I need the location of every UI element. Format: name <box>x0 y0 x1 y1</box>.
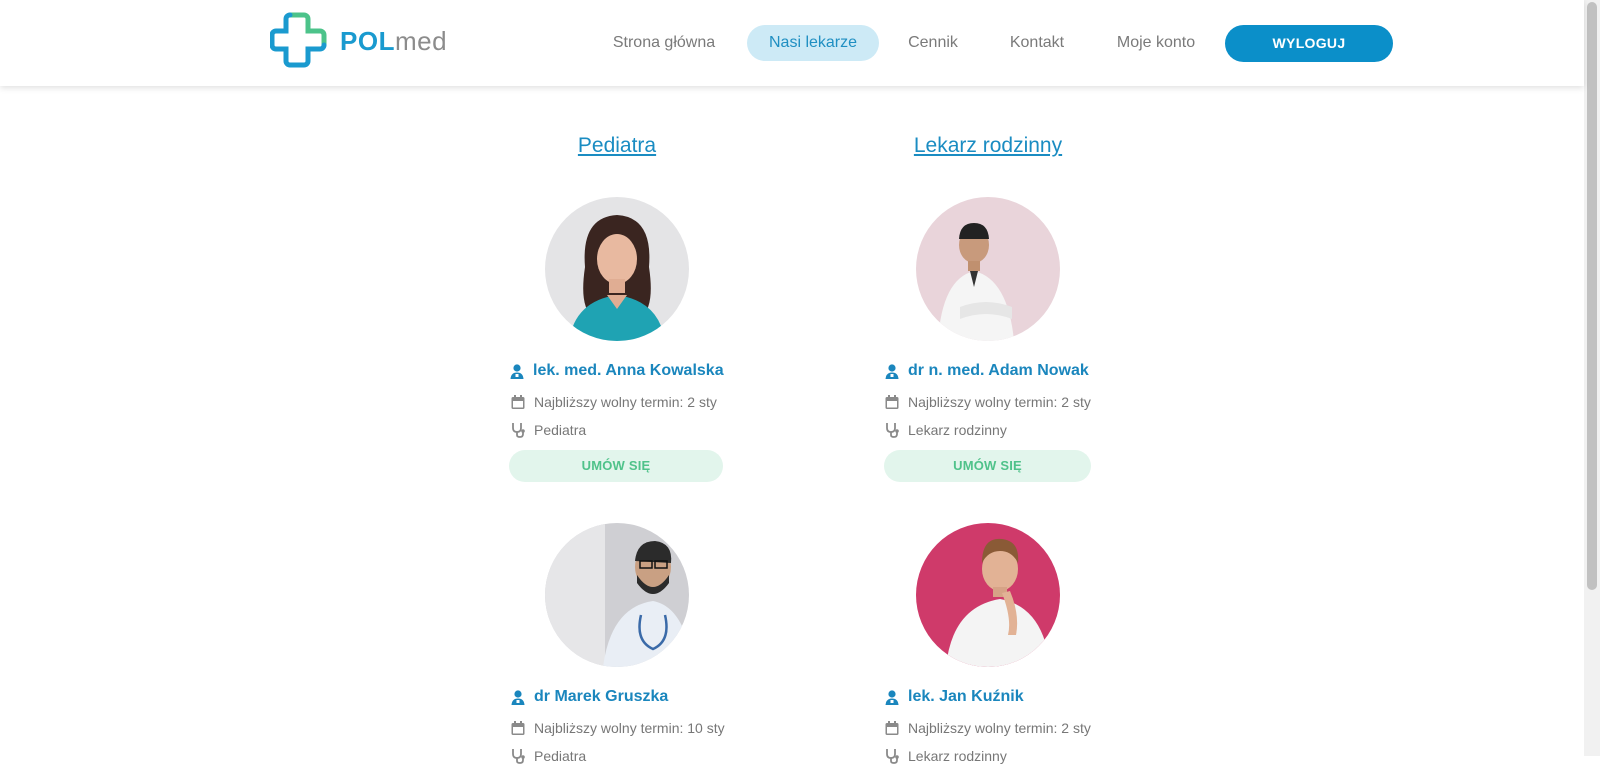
stethoscope-icon <box>886 423 899 438</box>
doctor-name-row: lek. Jan Kuźnik <box>884 688 1024 706</box>
doctor-user-icon <box>510 364 524 379</box>
doctor-name[interactable]: lek. med. Anna Kowalska <box>533 362 724 380</box>
specialty-row: Lekarz rodzinny <box>884 422 1007 438</box>
calendar-icon <box>885 721 899 735</box>
doctor-name-row: dr Marek Gruszka <box>510 688 668 706</box>
specialty-row: Pediatra <box>510 422 586 438</box>
doctor-name[interactable]: lek. Jan Kuźnik <box>908 688 1024 706</box>
doctor-specialty: Lekarz rodzinny <box>908 748 1007 764</box>
doctor-specialty: Pediatra <box>534 748 587 764</box>
doctor-name-row: dr n. med. Adam Nowak <box>884 362 1089 380</box>
nav-home[interactable]: Strona główna <box>600 25 728 61</box>
doctor-photo-jan-kuznik <box>916 523 1060 667</box>
scrollbar-thumb[interactable] <box>1587 2 1597 590</box>
nav-pricing[interactable]: Cennik <box>896 25 970 61</box>
doctor-user-icon <box>885 690 899 705</box>
doctor-user-icon <box>511 690 525 705</box>
doctor-name-row: lek. med. Anna Kowalska <box>509 362 724 380</box>
doctor-specialty: Pediatra <box>534 422 587 438</box>
calendar-icon <box>511 395 525 409</box>
doctor-user-icon <box>885 364 899 379</box>
category-title-pediatrician[interactable]: Pediatra <box>467 134 767 158</box>
next-available-date: Najbliższy wolny termin: 10 sty <box>534 720 725 736</box>
specialty-row: Pediatra <box>510 748 586 764</box>
nav-my-account[interactable]: Moje konto <box>1106 25 1206 61</box>
doctor-photo-anna-kowalska <box>545 197 689 341</box>
next-available-date: Najbliższy wolny termin: 2 sty <box>534 394 717 410</box>
top-navigation-bar: POLmed Strona główna Nasi lekarze Cennik… <box>0 0 1584 86</box>
stethoscope-icon <box>512 749 525 764</box>
next-available-date: Najbliższy wolny termin: 2 sty <box>908 394 1091 410</box>
stethoscope-icon <box>886 749 899 764</box>
nav-doctors[interactable]: Nasi lekarze <box>747 25 879 61</box>
availability-row: Najbliższy wolny termin: 2 sty <box>884 394 1091 410</box>
logout-button[interactable]: WYLOGUJ <box>1225 25 1393 62</box>
doctor-photo-marek-gruszka <box>545 523 689 667</box>
calendar-icon <box>885 395 899 409</box>
specialty-row: Lekarz rodzinny <box>884 748 1007 764</box>
stethoscope-icon <box>512 423 525 438</box>
availability-row: Najbliższy wolny termin: 2 sty <box>510 394 717 410</box>
vertical-scrollbar[interactable] <box>1584 0 1600 756</box>
next-available-date: Najbliższy wolny termin: 2 sty <box>908 720 1091 736</box>
doctor-name[interactable]: dr Marek Gruszka <box>534 688 668 706</box>
doctor-name[interactable]: dr n. med. Adam Nowak <box>908 362 1089 380</box>
category-title-family-doctor[interactable]: Lekarz rodzinny <box>838 134 1138 158</box>
availability-row: Najbliższy wolny termin: 2 sty <box>884 720 1091 736</box>
availability-row: Najbliższy wolny termin: 10 sty <box>510 720 725 736</box>
doctor-photo-adam-nowak <box>916 197 1060 341</box>
book-appointment-button[interactable]: UMÓW SIĘ <box>884 450 1091 482</box>
doctor-specialty: Lekarz rodzinny <box>908 422 1007 438</box>
book-appointment-button[interactable]: UMÓW SIĘ <box>509 450 723 482</box>
calendar-icon <box>511 721 525 735</box>
nav-contact[interactable]: Kontakt <box>994 25 1080 61</box>
